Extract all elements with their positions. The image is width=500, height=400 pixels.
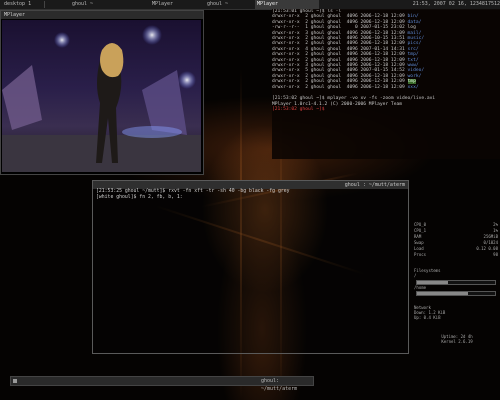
desktop-label: desktop 1	[4, 1, 32, 7]
task-label: MPlayer	[257, 1, 279, 7]
clock: 21:53, 2007 02 16, 1234817512	[395, 0, 500, 9]
task-label: ghoul ~	[207, 1, 229, 7]
monitor-key: Swap	[414, 240, 424, 245]
system-monitor: CPU_0 2% CPU_1 1% RAM 256MiB Swap 0/1024 Load 0.1…	[414, 222, 500, 400]
fs-root-bar	[416, 280, 496, 285]
desktop-switcher[interactable]: desktop 1	[2, 0, 33, 9]
ls-filename: xxx/	[407, 84, 419, 90]
monitor-stats: CPU_0 2% CPU_1 1% RAM 256MiB Swap 0/1024 Load 0.1…	[414, 222, 500, 258]
mplayer-window[interactable]: MPlayer	[0, 10, 204, 175]
stage-light	[54, 32, 70, 48]
ls-meta: drwxr-xr-x 2 ghoul ghoul 4096 2006-12-18…	[272, 52, 408, 58]
ls-filename: log	[407, 25, 416, 31]
ls-meta: drwxr-xr-x 3 ghoul ghoul 4096 2006-12-18…	[272, 30, 408, 36]
ls-filename: pics/	[407, 41, 422, 47]
task-label: ghoul ~	[72, 1, 94, 7]
net-up: Up: 0.4 KiB	[414, 315, 441, 320]
ls-meta: drwxr-xr-x 2 ghoul ghoul 4096 2006-12-18…	[272, 79, 408, 85]
window-title: ghoul : ~/mutt/aterm	[344, 182, 405, 188]
ls-filename: tmp	[407, 79, 416, 85]
ls-row: drwxr-xr-x 2 ghoul ghoul 4096 2006-12-18…	[272, 85, 500, 90]
stage-light	[178, 71, 196, 89]
monitor-key: CPU_1	[414, 228, 427, 233]
terminal-top-right[interactable]: [21:53:01 ghoul ~]$ ls -l drwxr-xr-x 2 g…	[272, 9, 500, 159]
monitor-row: Procs 98	[414, 252, 500, 258]
fs-home-bar	[416, 291, 496, 296]
ls-meta: drwxr-xr-x 2 ghoul ghoul 4096 2006-12-18…	[272, 57, 408, 63]
ls-filename: tmp/	[407, 52, 419, 58]
video-frame	[2, 20, 201, 172]
task-label: MPlayer	[152, 1, 174, 7]
window-title: MPlayer	[4, 12, 26, 18]
stage-prop	[2, 65, 42, 130]
fs-home: /home	[414, 285, 427, 290]
monitor-value: 0.12 0.08	[476, 246, 498, 251]
terminal-line[interactable]: [white ghoul]$ fn 2, fb, b, 1:	[93, 195, 408, 201]
concert-scene	[2, 25, 201, 172]
taskbar-task-mplayer-active[interactable]: MPlayer	[255, 0, 319, 9]
window-titlebar[interactable]: ghoul : ~/mutt/aterm	[93, 181, 408, 189]
ls-filename: txt/	[407, 57, 419, 63]
ls-filename: video/	[407, 68, 425, 74]
monitor-value: 256MiB	[483, 234, 498, 239]
menu-icon[interactable]	[13, 379, 17, 383]
ls-meta: drwxr-xr-x 2 ghoul ghoul 4096 2006-12-18…	[272, 84, 408, 90]
monitor-value: 2%	[493, 222, 498, 227]
taskbar-task-ghoul[interactable]: ghoul ~	[70, 0, 114, 9]
monitor-key: Load	[414, 246, 424, 251]
ls-listing: drwxr-xr-x 2 ghoul ghoul 4096 2006-12-18…	[272, 14, 500, 90]
performer-hair	[100, 43, 124, 78]
taskbar-separator	[44, 1, 45, 8]
ls-filename: mail/	[407, 30, 422, 36]
stage-light	[142, 25, 162, 45]
clock-text: 21:53, 2007 02 16, 1234817512	[412, 1, 500, 7]
monitor-value: 1%	[493, 228, 498, 233]
fs-root: /	[414, 273, 417, 278]
monitor-key: Procs	[414, 252, 427, 257]
ls-filename: bin/	[407, 14, 419, 20]
monitor-key: RAM	[414, 234, 422, 239]
monitor-value: 98	[493, 252, 498, 257]
taskbar-task-mplayer[interactable]: MPlayer	[150, 0, 204, 9]
fs-bars: / /home	[414, 273, 500, 296]
monitor-footer-2: Kernel 2.6.19	[441, 339, 473, 344]
ls-meta: drwxr-xr-x 5 ghoul ghoul 4096 2007-01-15…	[272, 68, 408, 74]
taskbar-task-ghoul-2[interactable]: ghoul ~	[205, 0, 249, 9]
ls-meta: drwxr-xr-x 2 ghoul ghoul 4096 2006-12-18…	[272, 14, 408, 20]
ls-meta: drwxr-xr-x 2 ghoul ghoul 4096 2006-12-18…	[272, 41, 408, 47]
ls-meta: -rw-r--r-- 1 ghoul ghoul 0 2007-01-15 23…	[272, 25, 408, 31]
bottom-taskbar[interactable]: ghoul: ~/mutt/aterm	[10, 376, 314, 392]
window-titlebar[interactable]: MPlayer	[1, 11, 203, 19]
monitor-value: 0/1024	[483, 240, 498, 245]
bottom-task-label: ghoul: ~/mutt/aterm	[261, 378, 298, 392]
terminal-middle[interactable]: ghoul : ~/mutt/aterm [21:53:25 ghoul ~/m…	[92, 180, 409, 354]
monitor-key: CPU_0	[414, 222, 427, 227]
floor-glow	[122, 126, 182, 138]
terminal-prompt[interactable]: [21:53:02 ghoul ~]$	[272, 107, 500, 112]
